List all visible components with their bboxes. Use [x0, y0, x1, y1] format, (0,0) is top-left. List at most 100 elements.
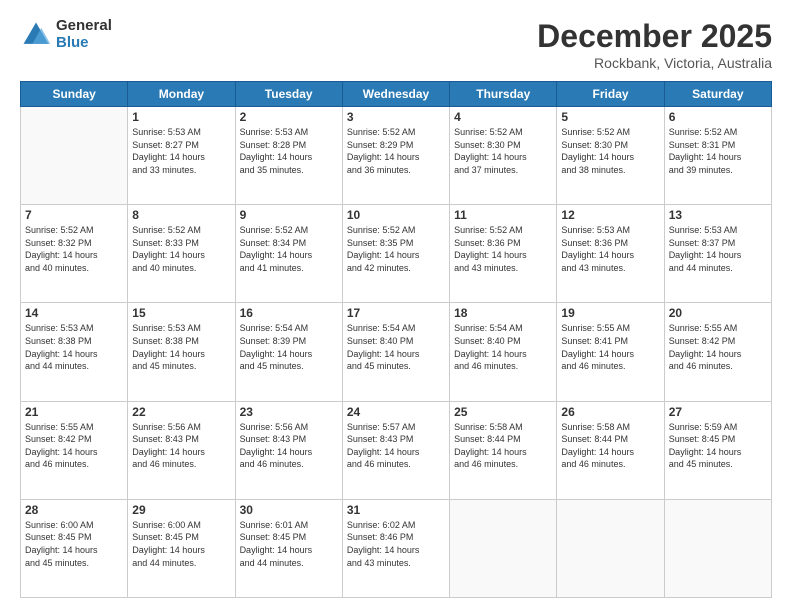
day-number: 24 [347, 405, 445, 419]
table-row: 24Sunrise: 5:57 AM Sunset: 8:43 PM Dayli… [342, 401, 449, 499]
day-info: Sunrise: 5:52 AM Sunset: 8:36 PM Dayligh… [454, 224, 552, 274]
table-row: 27 Sunrise: 5:59 AM Sunset: 8:45 PM Dayli… [664, 401, 771, 499]
day-info: Sunrise: 5:52 AM Sunset: 8:34 PM Dayligh… [240, 224, 338, 274]
day-info: Sunrise: 6:00 AM Sunset: 8:45 PM Dayligh… [25, 519, 123, 569]
table-row: 9 Sunrise: 5:52 AM Sunset: 8:34 PM Daylig… [235, 205, 342, 303]
day-number: 27 [669, 405, 767, 419]
day-info: Sunrise: 5:55 AM Sunset: 8:41 PM Dayligh… [561, 322, 659, 372]
day-number: 7 [25, 208, 123, 222]
col-monday: Monday [128, 82, 235, 107]
day-number: 9 [240, 208, 338, 222]
table-row: 31 Sunrise: 6:02 AM Sunset: 8:46 PM Dayli… [342, 499, 449, 597]
day-number: 1 [132, 110, 230, 124]
day-number: 5 [561, 110, 659, 124]
table-row: 20 Sunrise: 5:55 AM Sunset: 8:42 PM Dayli… [664, 303, 771, 401]
day-info: Sunrise: 5:53 AM Sunset: 8:27 PM Dayligh… [132, 126, 230, 176]
day-info: Sunrise: 5:54 AM Sunset: 8:40 PM Dayligh… [347, 322, 445, 372]
table-row: 29Sunrise: 6:00 AM Sunset: 8:45 PM Dayli… [128, 499, 235, 597]
day-number: 3 [347, 110, 445, 124]
day-number: 31 [347, 503, 445, 517]
table-row: 7 Sunrise: 5:52 AM Sunset: 8:32 PM Daylig… [21, 205, 128, 303]
day-number: 30 [240, 503, 338, 517]
day-info: Sunrise: 6:01 AM Sunset: 8:45 PM Dayligh… [240, 519, 338, 569]
table-row: 12 Sunrise: 5:53 AM Sunset: 8:36 PM Dayli… [557, 205, 664, 303]
day-number: 16 [240, 306, 338, 320]
day-info: Sunrise: 5:52 AM Sunset: 8:31 PM Dayligh… [669, 126, 767, 176]
day-info: Sunrise: 5:52 AM Sunset: 8:30 PM Dayligh… [561, 126, 659, 176]
calendar-week-row: 14 Sunrise: 5:53 AM Sunset: 8:38 PM Dayli… [21, 303, 772, 401]
calendar-week-row: 21 Sunrise: 5:55 AM Sunset: 8:42 PM Dayli… [21, 401, 772, 499]
day-info: Sunrise: 5:53 AM Sunset: 8:37 PM Dayligh… [669, 224, 767, 274]
table-row: 30 Sunrise: 6:01 AM Sunset: 8:45 PM Dayli… [235, 499, 342, 597]
day-number: 4 [454, 110, 552, 124]
table-row: 1 Sunrise: 5:53 AM Sunset: 8:27 PM Daylig… [128, 107, 235, 205]
table-row: 8 Sunrise: 5:52 AM Sunset: 8:33 PM Daylig… [128, 205, 235, 303]
table-row [664, 499, 771, 597]
day-info: Sunrise: 5:53 AM Sunset: 8:36 PM Dayligh… [561, 224, 659, 274]
table-row: 15 Sunrise: 5:53 AM Sunset: 8:38 PM Dayli… [128, 303, 235, 401]
col-thursday: Thursday [450, 82, 557, 107]
day-info: Sunrise: 5:56 AM Sunset: 8:43 PM Dayligh… [132, 421, 230, 471]
table-row: 25 Sunrise: 5:58 AM Sunset: 8:44 PM Dayli… [450, 401, 557, 499]
day-number: 20 [669, 306, 767, 320]
table-row: 3 Sunrise: 5:52 AM Sunset: 8:29 PM Daylig… [342, 107, 449, 205]
col-friday: Friday [557, 82, 664, 107]
calendar-header-row: Sunday Monday Tuesday Wednesday Thursday… [21, 82, 772, 107]
day-number: 10 [347, 208, 445, 222]
logo-blue-text: Blue [56, 35, 112, 52]
table-row: 10 Sunrise: 5:52 AM Sunset: 8:35 PM Dayli… [342, 205, 449, 303]
day-number: 25 [454, 405, 552, 419]
day-info: Sunrise: 5:55 AM Sunset: 8:42 PM Dayligh… [25, 421, 123, 471]
day-info: Sunrise: 5:55 AM Sunset: 8:42 PM Dayligh… [669, 322, 767, 372]
day-number: 14 [25, 306, 123, 320]
day-number: 28 [25, 503, 123, 517]
month-title: December 2025 [537, 18, 772, 55]
day-info: Sunrise: 5:52 AM Sunset: 8:35 PM Dayligh… [347, 224, 445, 274]
day-number: 8 [132, 208, 230, 222]
day-number: 12 [561, 208, 659, 222]
logo-text: General Blue [56, 18, 112, 51]
col-tuesday: Tuesday [235, 82, 342, 107]
table-row: 13 Sunrise: 5:53 AM Sunset: 8:37 PM Dayli… [664, 205, 771, 303]
day-number: 29 [132, 503, 230, 517]
day-info: Sunrise: 5:59 AM Sunset: 8:45 PM Dayligh… [669, 421, 767, 471]
table-row: 16Sunrise: 5:54 AM Sunset: 8:39 PM Dayli… [235, 303, 342, 401]
col-saturday: Saturday [664, 82, 771, 107]
table-row: 21 Sunrise: 5:55 AM Sunset: 8:42 PM Dayli… [21, 401, 128, 499]
day-number: 22 [132, 405, 230, 419]
day-info: Sunrise: 6:02 AM Sunset: 8:46 PM Dayligh… [347, 519, 445, 569]
day-info: Sunrise: 5:53 AM Sunset: 8:38 PM Dayligh… [25, 322, 123, 372]
table-row: 17 Sunrise: 5:54 AM Sunset: 8:40 PM Dayli… [342, 303, 449, 401]
table-row: 6Sunrise: 5:52 AM Sunset: 8:31 PM Daylig… [664, 107, 771, 205]
day-number: 18 [454, 306, 552, 320]
day-info: Sunrise: 5:58 AM Sunset: 8:44 PM Dayligh… [561, 421, 659, 471]
day-number: 19 [561, 306, 659, 320]
day-number: 13 [669, 208, 767, 222]
day-number: 21 [25, 405, 123, 419]
table-row: 28 Sunrise: 6:00 AM Sunset: 8:45 PM Dayli… [21, 499, 128, 597]
day-info: Sunrise: 5:52 AM Sunset: 8:29 PM Dayligh… [347, 126, 445, 176]
table-row [21, 107, 128, 205]
col-sunday: Sunday [21, 82, 128, 107]
table-row: 19 Sunrise: 5:55 AM Sunset: 8:41 PM Dayli… [557, 303, 664, 401]
table-row: 26 Sunrise: 5:58 AM Sunset: 8:44 PM Dayli… [557, 401, 664, 499]
table-row [450, 499, 557, 597]
table-row: 5 Sunrise: 5:52 AM Sunset: 8:30 PM Daylig… [557, 107, 664, 205]
day-number: 26 [561, 405, 659, 419]
day-number: 15 [132, 306, 230, 320]
day-info: Sunrise: 5:58 AM Sunset: 8:44 PM Dayligh… [454, 421, 552, 471]
day-info: Sunrise: 5:52 AM Sunset: 8:33 PM Dayligh… [132, 224, 230, 274]
title-block: December 2025 Rockbank, Victoria, Austra… [537, 18, 772, 71]
calendar-table: Sunday Monday Tuesday Wednesday Thursday… [20, 81, 772, 598]
day-number: 17 [347, 306, 445, 320]
table-row [557, 499, 664, 597]
page: General Blue December 2025 Rockbank, Vic… [0, 0, 792, 612]
day-number: 23 [240, 405, 338, 419]
calendar-week-row: 1 Sunrise: 5:53 AM Sunset: 8:27 PM Daylig… [21, 107, 772, 205]
table-row: 4Sunrise: 5:52 AM Sunset: 8:30 PM Daylig… [450, 107, 557, 205]
day-info: Sunrise: 5:53 AM Sunset: 8:38 PM Dayligh… [132, 322, 230, 372]
table-row: 2Sunrise: 5:53 AM Sunset: 8:28 PM Daylig… [235, 107, 342, 205]
day-number: 11 [454, 208, 552, 222]
table-row: 11 Sunrise: 5:52 AM Sunset: 8:36 PM Dayli… [450, 205, 557, 303]
day-info: Sunrise: 5:52 AM Sunset: 8:32 PM Dayligh… [25, 224, 123, 274]
